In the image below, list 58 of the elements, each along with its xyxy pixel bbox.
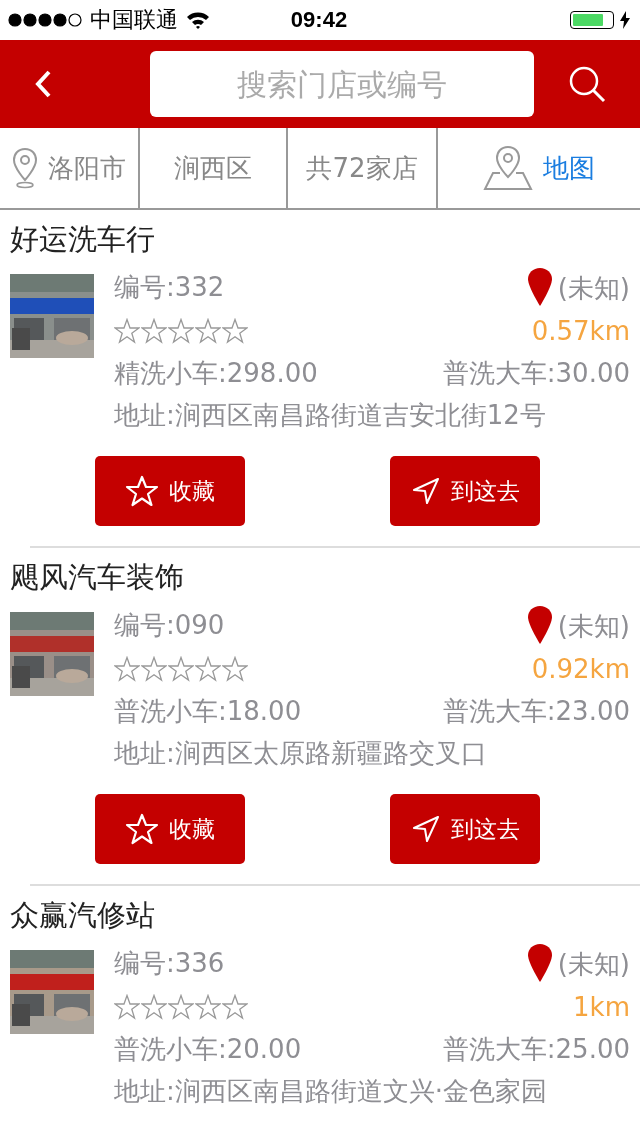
star-icon [125, 813, 159, 845]
clock-time: 09:42 [290, 7, 348, 33]
store-number: 编号:336 [114, 946, 225, 980]
store-name: 飓风汽车装饰 [9, 559, 185, 596]
price-text: 普洗小车:20.00 [114, 1032, 302, 1066]
star-icon [114, 994, 140, 1020]
star-icon [222, 318, 248, 344]
location-text: (未知) [557, 272, 630, 305]
star-icon [168, 318, 194, 344]
location-pin-icon [527, 944, 552, 982]
charging-icon [620, 11, 630, 29]
location-text: (未知) [557, 948, 630, 981]
address-text: 地址:涧西区南昌路街道文兴·金色家园 [114, 1074, 548, 1108]
distance-text: 0.92km [531, 654, 630, 684]
price-text: 普洗大车:25.00 [442, 1032, 630, 1066]
store-number: 编号:090 [114, 608, 225, 642]
location-pin-icon [527, 268, 552, 306]
star-icon [114, 318, 140, 344]
star-icon [222, 994, 248, 1020]
distance-text: 1km [573, 992, 630, 1022]
star-icon [141, 656, 167, 682]
star-icon [141, 318, 167, 344]
star-icon [125, 475, 159, 507]
store-number: 编号:332 [114, 270, 225, 304]
price-text: 普洗大车:23.00 [442, 694, 630, 728]
navigation-arrow-icon [410, 476, 441, 506]
map-pin-icon [483, 145, 533, 191]
price-text: 普洗大车:30.00 [442, 356, 630, 390]
navigate-button[interactable]: 到这去 [390, 456, 540, 526]
distance-text: 0.57km [531, 316, 630, 346]
back-icon [34, 69, 52, 99]
search-field[interactable]: 搜索门店或编号 [150, 51, 534, 117]
store-name: 好运洗车行 [9, 221, 156, 258]
navigate-button[interactable]: 到这去 [390, 794, 540, 864]
favorite-button[interactable]: 收藏 [95, 456, 245, 526]
store-name: 众赢汽修站 [9, 897, 156, 934]
wifi-icon [186, 11, 210, 29]
star-icon [195, 318, 221, 344]
price-text: 普洗小车:18.00 [114, 694, 302, 728]
navigation-arrow-icon [410, 814, 441, 844]
star-icon [195, 656, 221, 682]
star-icon [141, 994, 167, 1020]
star-icon [222, 656, 248, 682]
star-icon [114, 656, 140, 682]
location-pin-icon [527, 606, 552, 644]
carrier-name: 中国联通 [90, 6, 178, 34]
battery-icon [570, 11, 614, 29]
price-text: 精洗小车:298.00 [114, 356, 318, 390]
search-icon [567, 64, 607, 104]
location-pin-icon [12, 147, 38, 189]
favorite-button[interactable]: 收藏 [95, 794, 245, 864]
star-icon [168, 656, 194, 682]
address-text: 地址:涧西区南昌路街道吉安北街12号 [114, 398, 546, 432]
location-text: (未知) [557, 610, 630, 643]
address-text: 地址:涧西区太原路新疆路交叉口 [114, 736, 487, 770]
star-icon [195, 994, 221, 1020]
star-icon [168, 994, 194, 1020]
signal-icon [8, 13, 82, 27]
